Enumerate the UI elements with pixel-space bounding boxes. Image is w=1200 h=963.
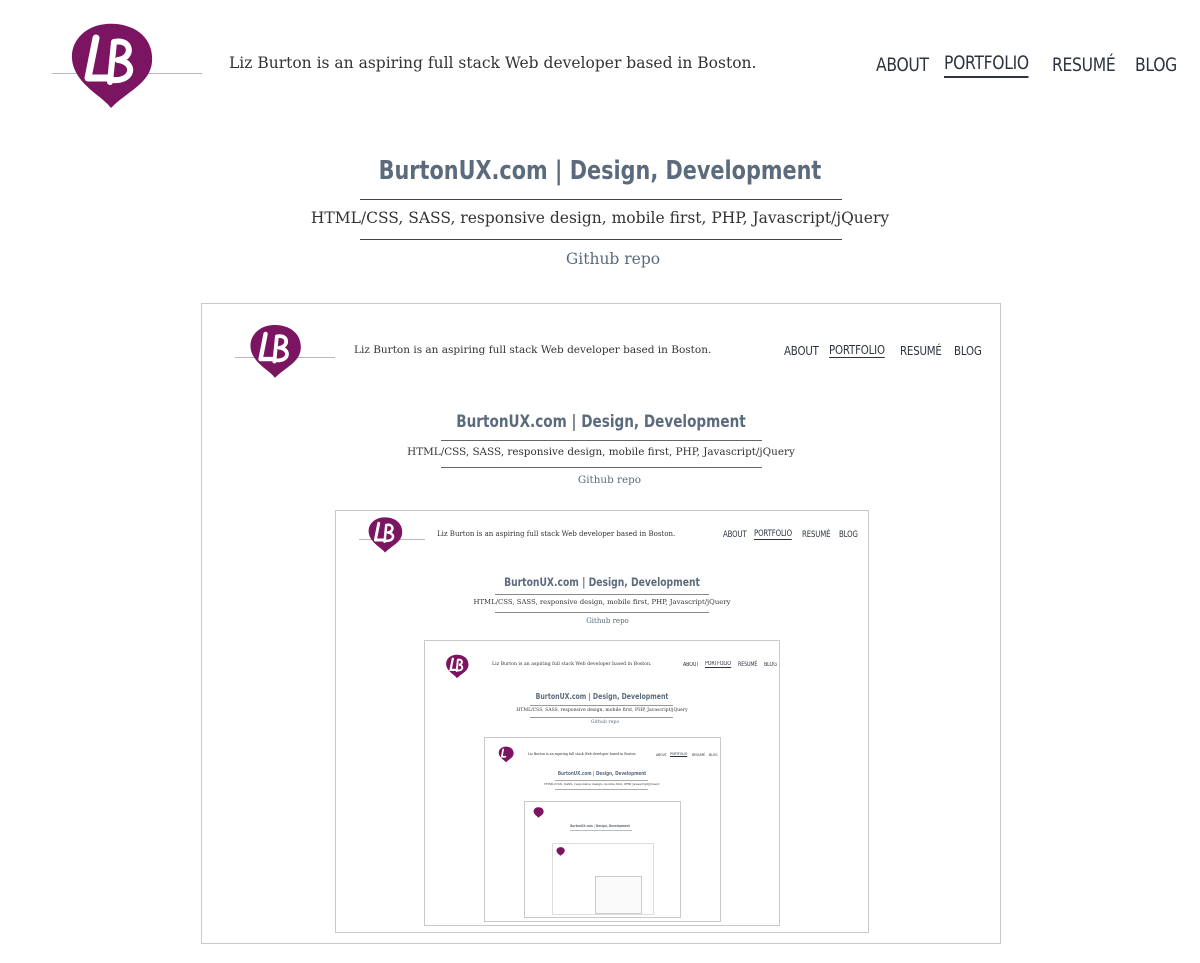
nested-tech-4: HTML/CSS, SASS, responsive design, mobil… <box>544 782 660 786</box>
nested-title-3: BurtonUX.com | Design, Development <box>535 692 669 701</box>
nested-nav-resume-3: RESUMÉ <box>738 661 758 668</box>
nested-title-5: BurtonUX.com | Design, Development <box>570 824 630 828</box>
nested-rule-bottom-3 <box>530 717 673 718</box>
screenshot-nav-resume: RESUMÉ <box>900 342 943 358</box>
nested-rule-top-3 <box>530 705 673 706</box>
screenshot-nav-blog: BLOG <box>954 342 982 358</box>
screenshot-rule-bottom <box>441 467 762 468</box>
nested-nav-blog-2: BLOG <box>838 529 858 540</box>
nested-lb-logo-icon-2 <box>368 517 403 553</box>
page: Liz Burton is an aspiring full stack Web… <box>0 0 1200 963</box>
nested-rule-5 <box>570 830 632 831</box>
nested-title-4: BurtonUX.com | Design, Development <box>557 771 647 777</box>
nested-repo-3: Github repo <box>590 720 620 725</box>
nav-resume[interactable]: RESUMÉ <box>1052 54 1116 76</box>
screenshot-tech: HTML/CSS, SASS, responsive design, mobil… <box>407 446 795 458</box>
nested-rule-bottom-4 <box>555 789 648 790</box>
nested-tech-3: HTML/CSS, SASS, responsive design, mobil… <box>516 708 688 713</box>
nested-title-2: BurtonUX.com | Design, Development <box>504 575 700 589</box>
nested-repo-2: Github repo <box>586 617 629 625</box>
nested-nav-resume-4: RESUMÉ <box>692 751 706 757</box>
title-rule-top <box>360 199 842 200</box>
nav-blog[interactable]: BLOG <box>1135 54 1177 76</box>
nested-nav-blog-3: BLOG <box>763 661 777 668</box>
nested-nav-portfolio-2: PORTFOLIO <box>753 529 792 540</box>
lb-logo-icon[interactable] <box>68 22 154 110</box>
screenshot-rule-top <box>441 440 762 441</box>
nested-nav-2: ABOUT PORTFOLIO RESUMÉ BLOG <box>723 529 862 540</box>
nested-nav-portfolio-4: PORTFOLIO <box>670 751 688 757</box>
nested-tech-2: HTML/CSS, SASS, responsive design, mobil… <box>473 598 731 606</box>
title-rule-bottom <box>360 239 842 240</box>
nested-tagline-3: Liz Burton is an aspiring full stack Web… <box>492 662 652 667</box>
screenshot-nav-about: ABOUT <box>784 342 819 358</box>
main-nav: ABOUT PORTFOLIO RESUMÉ BLOG <box>876 52 1186 78</box>
nested-lb-logo-icon-3 <box>446 654 469 679</box>
nested-rule-bottom-2 <box>495 612 709 613</box>
screenshot-nav-portfolio: PORTFOLIO <box>829 342 886 358</box>
nested-nav-portfolio-3: PORTFOLIO <box>704 661 731 668</box>
nested-nav-blog-4: BLOG <box>709 751 718 757</box>
nested-mini-card <box>595 876 642 914</box>
project-tech-list: HTML/CSS, SASS, responsive design, mobil… <box>310 209 890 227</box>
nested-tagline-4: Liz Burton is an aspiring full stack Web… <box>528 752 637 756</box>
screenshot-title: BurtonUX.com | Design, Development <box>456 412 746 432</box>
screenshot-nav: ABOUT PORTFOLIO RESUMÉ BLOG <box>784 342 988 358</box>
nav-about[interactable]: ABOUT <box>876 54 929 76</box>
nested-lb-logo-icon-5 <box>533 807 544 818</box>
nested-nav-about-2: ABOUT <box>723 529 747 540</box>
nested-nav-about-3: ABOUT <box>683 661 700 668</box>
nested-tagline-2: Liz Burton is an aspiring full stack Web… <box>437 530 676 538</box>
screenshot-repo: Github repo <box>577 474 642 486</box>
nav-portfolio[interactable]: PORTFOLIO <box>944 52 1029 78</box>
nested-nav-resume-2: RESUMÉ <box>802 529 831 540</box>
screenshot-lb-logo-icon <box>250 325 301 378</box>
nested-nav-4: ABOUT PORTFOLIO RESUMÉ BLOG <box>656 751 720 757</box>
site-header: Liz Burton is an aspiring full stack Web… <box>0 0 1200 120</box>
nested-lb-logo-icon-6 <box>556 847 565 856</box>
project-title: BurtonUX.com | Design, Development <box>378 156 822 186</box>
site-tagline: Liz Burton is an aspiring full stack Web… <box>229 54 757 72</box>
nested-nav-3: ABOUT PORTFOLIO RESUMÉ BLOG <box>683 661 779 668</box>
screenshot-tagline: Liz Burton is an aspiring full stack Web… <box>354 344 712 356</box>
nested-lb-logo-icon-4 <box>498 746 514 763</box>
github-repo-link[interactable]: Github repo <box>300 250 926 268</box>
nested-nav-about-4: ABOUT <box>656 751 667 757</box>
nested-rule-top-2 <box>495 594 709 595</box>
nested-rule-top-4 <box>555 780 648 781</box>
